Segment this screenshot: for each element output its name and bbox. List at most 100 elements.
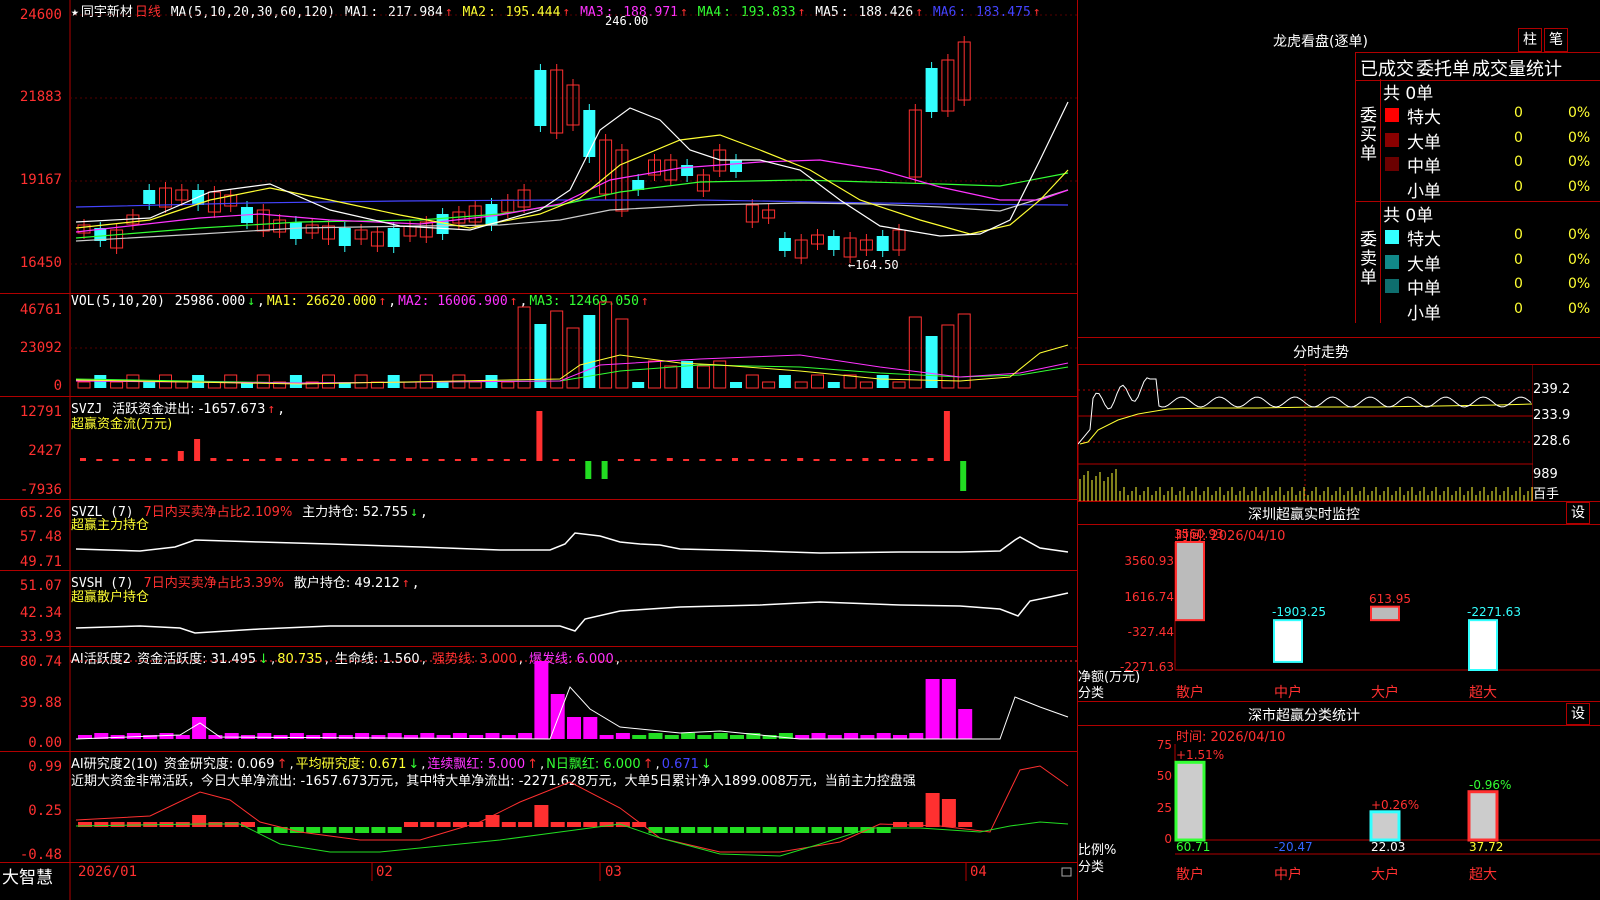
research-bar — [713, 827, 728, 833]
net-amount-value: 613.95 — [1369, 591, 1411, 606]
fund-flow-bar — [927, 458, 934, 461]
fund-flow-bar — [259, 459, 266, 461]
order-size-label: 特大 — [1407, 230, 1441, 250]
fund-flow-bar — [112, 459, 119, 461]
kline-panel[interactable]: 24600 21883 19167 16450 ★ 同宇新材 日线 MA(5,10,… — [0, 0, 1077, 294]
fund-flow-bar — [503, 459, 510, 461]
order-percent: 0% — [1568, 105, 1591, 121]
fund-flow-bar — [357, 459, 364, 461]
fund-flow-bar — [520, 459, 527, 461]
svzl-canvas[interactable] — [0, 500, 1077, 570]
volume-bar — [908, 316, 922, 389]
intraday-y-label: 233.9 — [1533, 408, 1571, 423]
activity-bar — [583, 717, 598, 739]
research-bar — [420, 822, 435, 827]
category-label: 大户 — [1371, 685, 1399, 701]
fund-flow-bar — [96, 459, 103, 461]
research-bar — [534, 805, 549, 827]
ai2-canvas[interactable] — [0, 752, 1077, 862]
intraday-panel[interactable]: 分时走势 239.2 233.9 228.6 989 百手 — [1078, 338, 1600, 502]
fund-flow-bar — [911, 459, 918, 461]
activity-bar — [192, 717, 207, 739]
fund-flow-bar — [617, 459, 624, 461]
bottom-axis: 大智慧 2026/01 02 03 04 — [0, 863, 1077, 900]
ratio-bar — [1369, 810, 1401, 842]
tab-orders[interactable]: 委托单 — [1416, 55, 1470, 81]
svzj-canvas[interactable] — [0, 397, 1077, 499]
ai1-canvas[interactable] — [0, 647, 1077, 751]
research-bar — [110, 822, 125, 827]
svzl-panel[interactable]: 65.26 57.48 49.71 SVZL (7) 7日内买卖净占比2.109… — [0, 500, 1077, 571]
candle — [583, 110, 596, 157]
volume-bar — [110, 381, 124, 389]
research-bar — [338, 827, 353, 833]
order-percent: 0% — [1568, 154, 1591, 170]
candle — [827, 236, 840, 250]
candle — [289, 222, 302, 239]
fund-flow-bar — [846, 459, 853, 461]
volume-bar — [615, 318, 629, 389]
order-percent: 0% — [1568, 227, 1591, 243]
sell-orders-block: 委卖单 共 0单 特大 0 0% 大单 0 0% 中单 0 0% 小单 0 0% — [1355, 201, 1600, 324]
order-count: 0 — [1514, 251, 1523, 268]
order-size-label: 大单 — [1407, 254, 1441, 275]
order-size-label: 小单 — [1407, 181, 1441, 202]
volume-bar — [517, 306, 531, 389]
svsh-panel[interactable]: 51.07 42.34 33.93 SVSH (7) 7日内买卖净占比3.39%… — [0, 571, 1077, 647]
net-amount-bar — [1273, 619, 1303, 663]
research-bar — [648, 827, 663, 833]
volume-bar — [403, 381, 417, 389]
fund-flow-bar — [634, 459, 641, 461]
kline-canvas[interactable] — [0, 0, 1077, 293]
order-count: 0 — [1514, 105, 1523, 121]
candle — [925, 68, 938, 112]
order-size-label: 中单 — [1407, 157, 1441, 177]
volume-bar — [175, 381, 189, 389]
bar-mode-button[interactable]: 柱 — [1518, 28, 1542, 52]
volume-canvas[interactable] — [0, 293, 1077, 396]
volume-bar — [811, 374, 824, 389]
fund-flow-bar — [308, 459, 315, 461]
bottom-value: 60.71 — [1176, 840, 1211, 854]
volume-bar — [827, 382, 840, 388]
fund-flow-bar — [80, 458, 86, 461]
research-bar — [436, 822, 451, 827]
svsh-canvas[interactable] — [0, 571, 1077, 646]
fund-flow-bar — [943, 411, 950, 461]
order-color-swatch — [1385, 157, 1399, 171]
activity-bar — [811, 733, 826, 739]
tab-filled[interactable]: 已成交 — [1360, 55, 1414, 81]
lhb-tabs: 已成交 委托单 成交量统计 — [1355, 52, 1600, 81]
candle — [143, 190, 156, 204]
activity-bar — [827, 735, 842, 739]
fund-flow-bar — [438, 459, 445, 461]
fund-flow-bar — [764, 459, 771, 461]
volume-bar — [256, 374, 270, 389]
intraday-canvas[interactable] — [1078, 364, 1533, 501]
research-bar — [208, 822, 223, 827]
activity-bar — [599, 735, 614, 739]
activity-bar — [175, 735, 190, 739]
order-color-swatch — [1385, 230, 1399, 244]
order-percent: 0% — [1568, 300, 1591, 317]
activity-bar — [893, 735, 907, 739]
activity-bar — [534, 661, 549, 739]
volume-bar — [892, 381, 906, 389]
ai-activity-panel[interactable]: 80.74 39.88 0.00 AI活跃度2 资金活跃度: 31.495 ↓, 8… — [0, 647, 1077, 752]
order-color-swatch — [1385, 181, 1399, 196]
order-percent: 0% — [1568, 276, 1591, 292]
tick-mode-button[interactable]: 笔 — [1544, 28, 1568, 52]
fund-flow-bar — [683, 459, 690, 461]
volume-bar — [859, 381, 873, 389]
candle — [338, 228, 351, 246]
tab-volume-stats[interactable]: 成交量统计 — [1472, 55, 1562, 81]
order-color-swatch — [1385, 108, 1399, 122]
fund-flow-bar — [471, 458, 478, 461]
volume-panel[interactable]: 46761 23092 0 VOL(5,10,20) 25986.000 ↓, MA… — [0, 293, 1077, 397]
activity-bar — [958, 709, 973, 739]
fund-flow-bar — [161, 459, 168, 461]
activity-bar — [697, 735, 712, 739]
net-amount-bar — [1468, 619, 1498, 671]
svzj-panel[interactable]: 12791 2427 -7936 SVZJ 活跃资金进出: -1657.673 ↑… — [0, 397, 1077, 500]
ai-research-panel[interactable]: 0.99 0.25 -0.48 AI研究度2(10) 资金研究度: 0.069 ↑… — [0, 752, 1077, 863]
